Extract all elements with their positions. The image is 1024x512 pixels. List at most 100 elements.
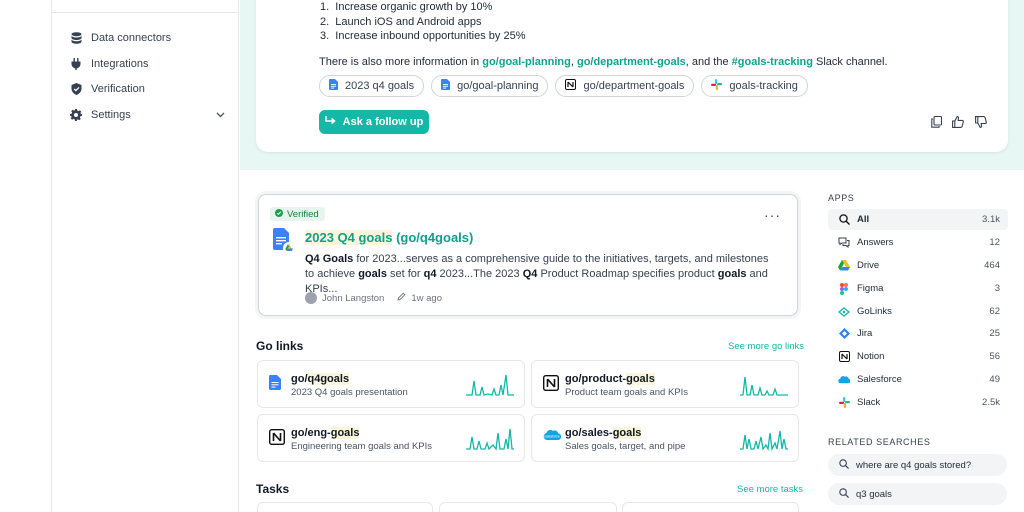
app-count: 2.5k: [982, 397, 1000, 408]
apps-heading: APPS: [828, 193, 855, 203]
sidebar-item-verification[interactable]: Verification: [70, 79, 225, 99]
app-filter-notion[interactable]: Notion 56: [828, 346, 1008, 367]
related-searches-heading: RELATED SEARCHES: [828, 437, 931, 447]
check-circle-icon: [275, 208, 283, 220]
usage-sparkline: [466, 374, 514, 396]
chevron-down-icon[interactable]: [216, 109, 225, 121]
answer-more-info: There is also more information in go/goa…: [319, 56, 888, 68]
app-count: 3: [994, 283, 1000, 294]
sidebar-item-label: Integrations: [91, 58, 149, 70]
google-docs-icon: [329, 79, 338, 93]
verified-badge: Verified: [270, 207, 325, 221]
ask-follow-up-button[interactable]: Ask a follow up: [319, 110, 429, 134]
app-count: 12: [989, 237, 1000, 248]
thumbs-up-icon[interactable]: [951, 115, 965, 129]
source-chip-2023-q4-goals[interactable]: 2023 q4 goals: [319, 75, 425, 97]
golink-card-product-goals[interactable]: go/product-goals Product team goals and …: [531, 360, 799, 408]
snippet-segment: Q4: [522, 268, 538, 280]
golink-description: 2023 Q4 goals presentation: [291, 387, 408, 398]
task-card[interactable]: [257, 502, 433, 512]
task-card[interactable]: [622, 502, 799, 512]
source-chip-department-goals[interactable]: go/department-goals: [555, 75, 695, 97]
app-filter-golinks[interactable]: GoLinks 62: [828, 301, 1008, 322]
source-chips: 2023 q4 goals go/goal-planning go/depart…: [319, 75, 808, 97]
top-result-card[interactable]: Verified ··· 2023 Q4 goals (go/q4goals) …: [258, 194, 798, 316]
gear-icon: [70, 109, 82, 121]
app-count: 49: [989, 374, 1000, 385]
chip-label: goals-tracking: [729, 80, 798, 92]
more-options-icon[interactable]: ···: [764, 207, 781, 223]
golink-description: Sales goals, target, and pipe: [565, 441, 686, 452]
slack-icon: [838, 397, 850, 409]
golink-title: go/eng-goals: [291, 427, 360, 439]
related-search-item[interactable]: where are q4 goals stored?: [828, 454, 1007, 476]
copy-icon[interactable]: [929, 115, 943, 129]
app-filter-jira[interactable]: Jira 25: [828, 323, 1008, 344]
app-label: Salesforce: [857, 374, 902, 385]
shield-check-icon: [70, 83, 82, 95]
go-links-heading: Go links: [256, 339, 304, 353]
golink-card-sales-goals[interactable]: salesforce go/sales-goals Sales goals, t…: [531, 414, 799, 462]
search-icon: [838, 214, 850, 226]
app-filter-salesforce[interactable]: Salesforce 49: [828, 369, 1008, 390]
notion-icon: [542, 374, 560, 394]
golink-card-eng-goals[interactable]: go/eng-goals Engineering team goals and …: [257, 414, 525, 462]
chip-label: 2023 q4 goals: [345, 80, 415, 92]
chip-label: go/goal-planning: [457, 80, 539, 92]
snippet-segment: Q4 Goals: [305, 253, 354, 265]
usage-sparkline: [740, 376, 788, 396]
notion-icon: [838, 351, 850, 363]
app-count: 25: [989, 328, 1000, 339]
snippet-segment: 2023...The 2023: [436, 268, 523, 280]
golink-card-q4goals[interactable]: go/q4goals 2023 Q4 goals presentation: [257, 360, 525, 408]
reply-arrow-icon: [324, 115, 336, 129]
related-search-item[interactable]: q3 goals: [828, 483, 1007, 505]
notion-icon: [268, 428, 286, 448]
source-chip-goals-tracking[interactable]: goals-tracking: [701, 75, 808, 97]
task-card[interactable]: [439, 502, 617, 512]
golink-title: go/product-goals: [565, 373, 655, 385]
app-filter-drive[interactable]: Drive 464: [828, 255, 1008, 276]
plug-icon: [70, 58, 82, 70]
app-count: 62: [989, 306, 1000, 317]
snippet-segment: q4: [423, 268, 437, 280]
thumbs-down-icon[interactable]: [974, 115, 988, 129]
app-count: 56: [989, 351, 1000, 362]
sidebar-item-data-connectors[interactable]: Data connectors: [70, 28, 225, 48]
sidebar-item-integrations[interactable]: Integrations: [70, 54, 225, 74]
chip-label: go/department-goals: [583, 80, 685, 92]
link-goals-tracking-channel[interactable]: #goals-tracking: [732, 56, 813, 68]
app-filter-all[interactable]: All 3.1k: [828, 209, 1008, 230]
link-goal-planning[interactable]: go/goal-planning: [482, 56, 571, 68]
see-more-tasks-link[interactable]: See more tasks: [737, 484, 803, 495]
app-count: 3.1k: [982, 214, 1000, 225]
app-label: Notion: [857, 351, 885, 362]
result-title-link[interactable]: 2023 Q4 goals (go/q4goals): [305, 230, 473, 245]
app-label: Jira: [857, 328, 873, 339]
result-title-rest: (go/q4goals): [392, 230, 474, 245]
search-icon: [839, 458, 849, 472]
google-docs-drive-icon: [273, 228, 295, 257]
avatar: [305, 292, 317, 304]
app-filter-slack[interactable]: Slack 2.5k: [828, 392, 1008, 413]
app-label: Figma: [857, 283, 884, 294]
related-search-label: q3 goals: [856, 488, 892, 500]
source-chip-goal-planning[interactable]: go/goal-planning: [431, 75, 549, 97]
figma-icon: [838, 282, 850, 295]
link-department-goals[interactable]: go/department-goals: [577, 56, 686, 68]
database-icon: [70, 32, 82, 44]
see-more-go-links-link[interactable]: See more go links: [728, 341, 804, 352]
snippet-segment: goals: [717, 268, 747, 280]
notion-icon: [565, 79, 577, 93]
salesforce-icon: salesforce: [543, 429, 562, 444]
jira-icon: [838, 328, 850, 340]
snippet-segment: goals: [358, 268, 387, 280]
sidebar-item-label: Settings: [91, 109, 131, 121]
sidebar-item-settings[interactable]: Settings: [70, 105, 225, 125]
usage-sparkline: [466, 428, 514, 451]
app-count: 464: [984, 260, 1000, 271]
app-filter-figma[interactable]: Figma 3: [828, 278, 1008, 299]
app-filter-answers[interactable]: Answers 12: [828, 232, 1008, 253]
pencil-icon: [397, 292, 406, 304]
app-label: GoLinks: [857, 306, 892, 317]
